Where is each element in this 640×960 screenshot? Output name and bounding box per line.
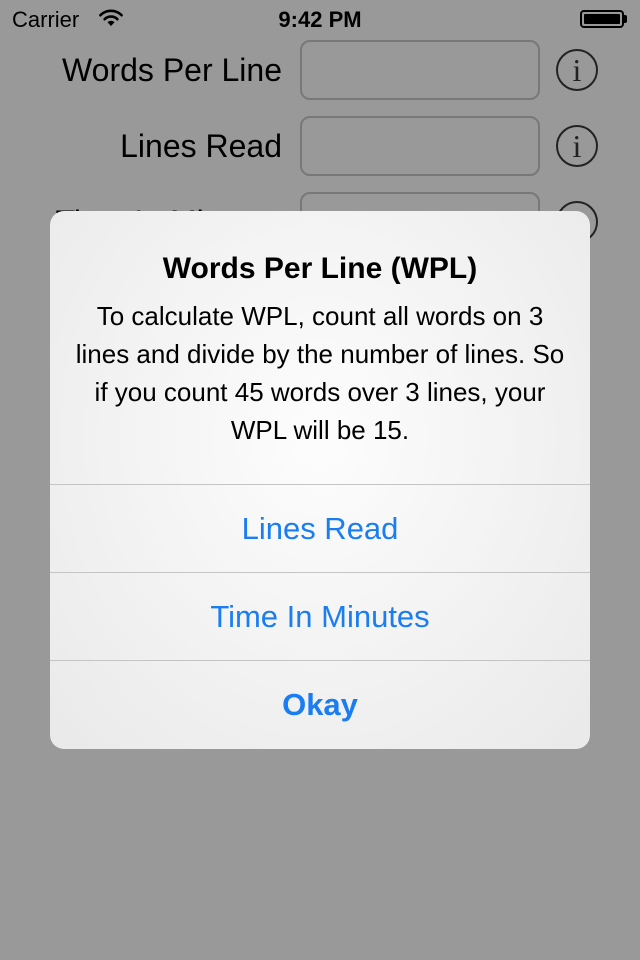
alert-button-okay[interactable]: Okay bbox=[50, 660, 590, 748]
alert-button-lines-read[interactable]: Lines Read bbox=[50, 484, 590, 572]
alert-button-time-in-minutes[interactable]: Time In Minutes bbox=[50, 572, 590, 660]
alert-dialog: Words Per Line (WPL) To calculate WPL, c… bbox=[50, 211, 590, 749]
alert-title: Words Per Line (WPL) bbox=[162, 252, 478, 285]
alert-message: To calculate WPL, count all words on 3 l… bbox=[75, 301, 565, 445]
